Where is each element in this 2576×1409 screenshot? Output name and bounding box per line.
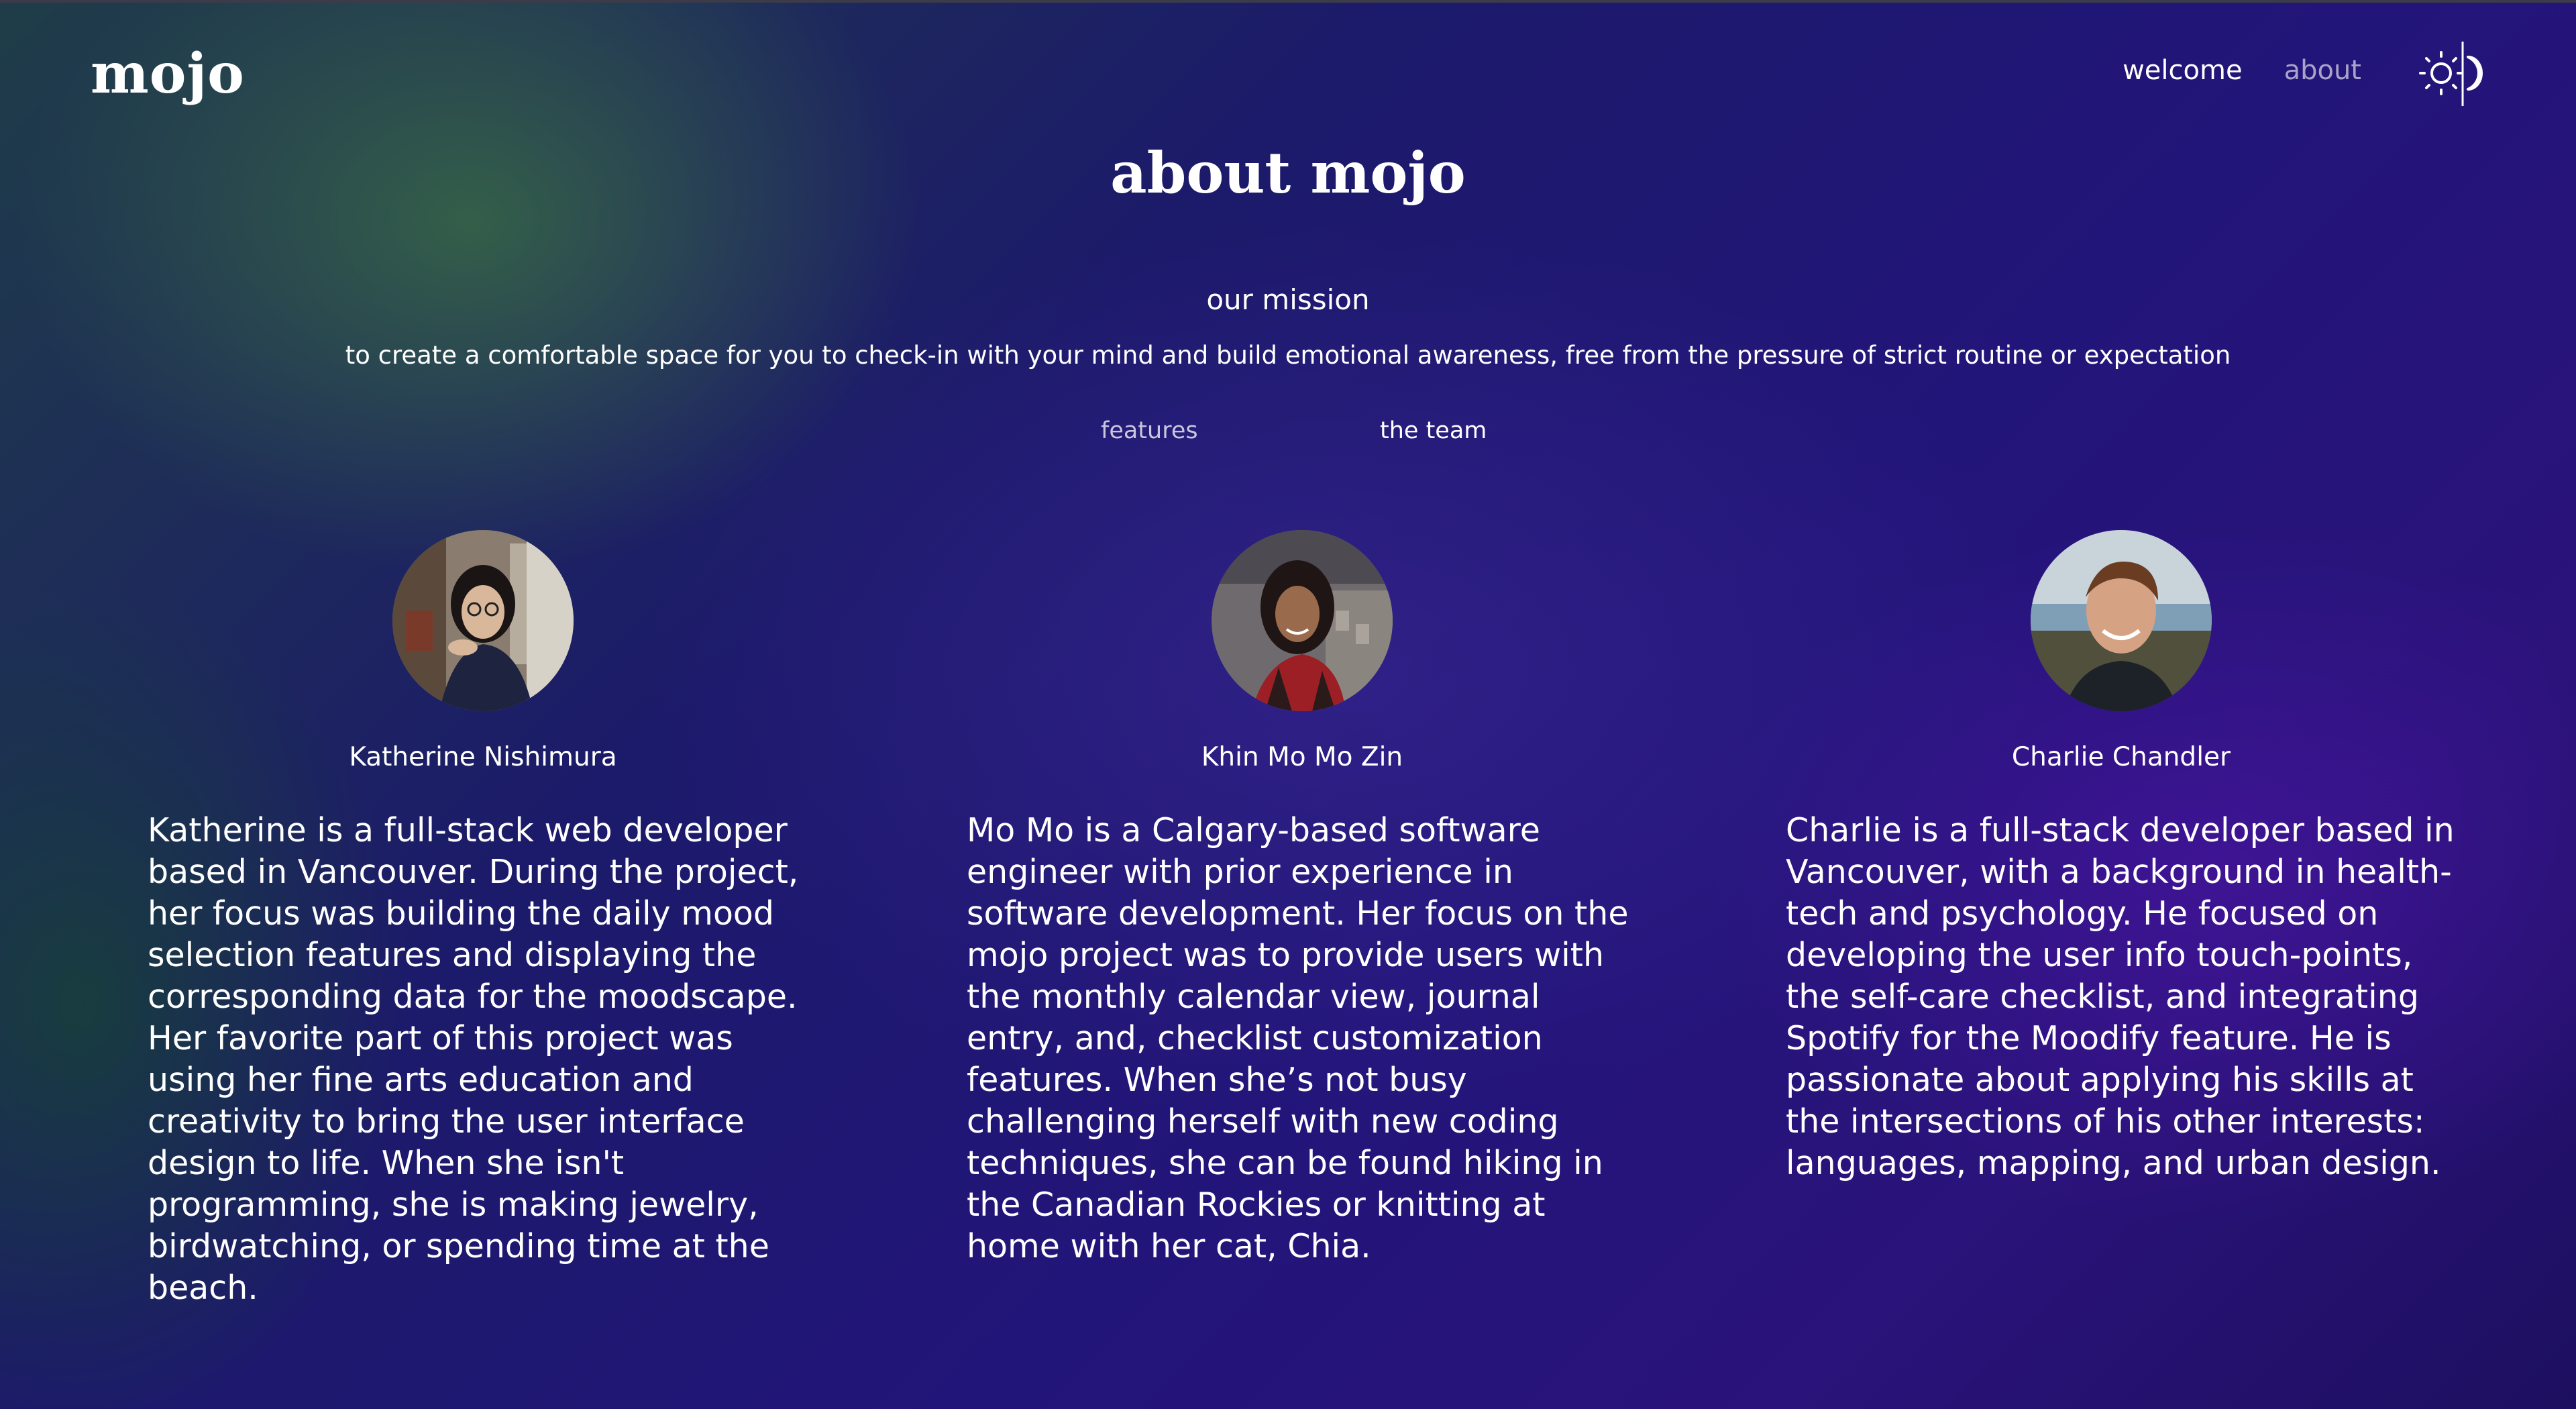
nav-link-welcome[interactable]: welcome bbox=[2123, 55, 2242, 86]
member-name: Khin Mo Mo Zin bbox=[1201, 742, 1403, 772]
theme-toggle-button[interactable] bbox=[2418, 36, 2492, 110]
avatar-photo-khin bbox=[1212, 530, 1393, 711]
team-member-card: Charlie Chandler Charlie is a full-stack… bbox=[1786, 530, 2457, 1184]
avatar-charlie bbox=[2031, 530, 2212, 711]
main-nav: welcome about bbox=[2123, 55, 2361, 86]
sun-icon bbox=[2419, 51, 2462, 95]
avatar-photo-katherine bbox=[392, 530, 574, 711]
avatar-katherine bbox=[392, 530, 574, 711]
theme-toggle-graphic bbox=[2419, 42, 2483, 106]
team-member-card: Katherine Nishimura Katherine is a full-… bbox=[148, 530, 818, 1309]
member-bio: Mo Mo is a Calgary-based software engine… bbox=[967, 811, 1629, 1265]
member-name: Charlie Chandler bbox=[2011, 742, 2231, 772]
member-bio: Katherine is a full-stack web developer … bbox=[148, 811, 799, 1307]
mission-text: to create a comfortable space for you to… bbox=[345, 341, 2231, 370]
window-top-edge bbox=[0, 0, 2576, 3]
tab-features[interactable]: features bbox=[1101, 417, 1198, 444]
tab-the-team[interactable]: the team bbox=[1380, 417, 1487, 444]
page-title: about mojo bbox=[1110, 140, 1466, 206]
avatar-khin bbox=[1212, 530, 1393, 711]
moon-icon bbox=[2467, 56, 2483, 91]
avatar-photo-charlie bbox=[2031, 530, 2212, 711]
member-bio: Charlie is a full-stack developer based … bbox=[1786, 811, 2455, 1182]
mission-heading: our mission bbox=[1206, 283, 1370, 316]
team-member-card: Khin Mo Mo Zin Mo Mo is a Calgary-based … bbox=[967, 530, 1638, 1267]
app-logo[interactable]: mojo bbox=[91, 42, 245, 106]
nav-link-about[interactable]: about bbox=[2284, 55, 2361, 86]
member-name: Katherine Nishimura bbox=[349, 742, 617, 772]
